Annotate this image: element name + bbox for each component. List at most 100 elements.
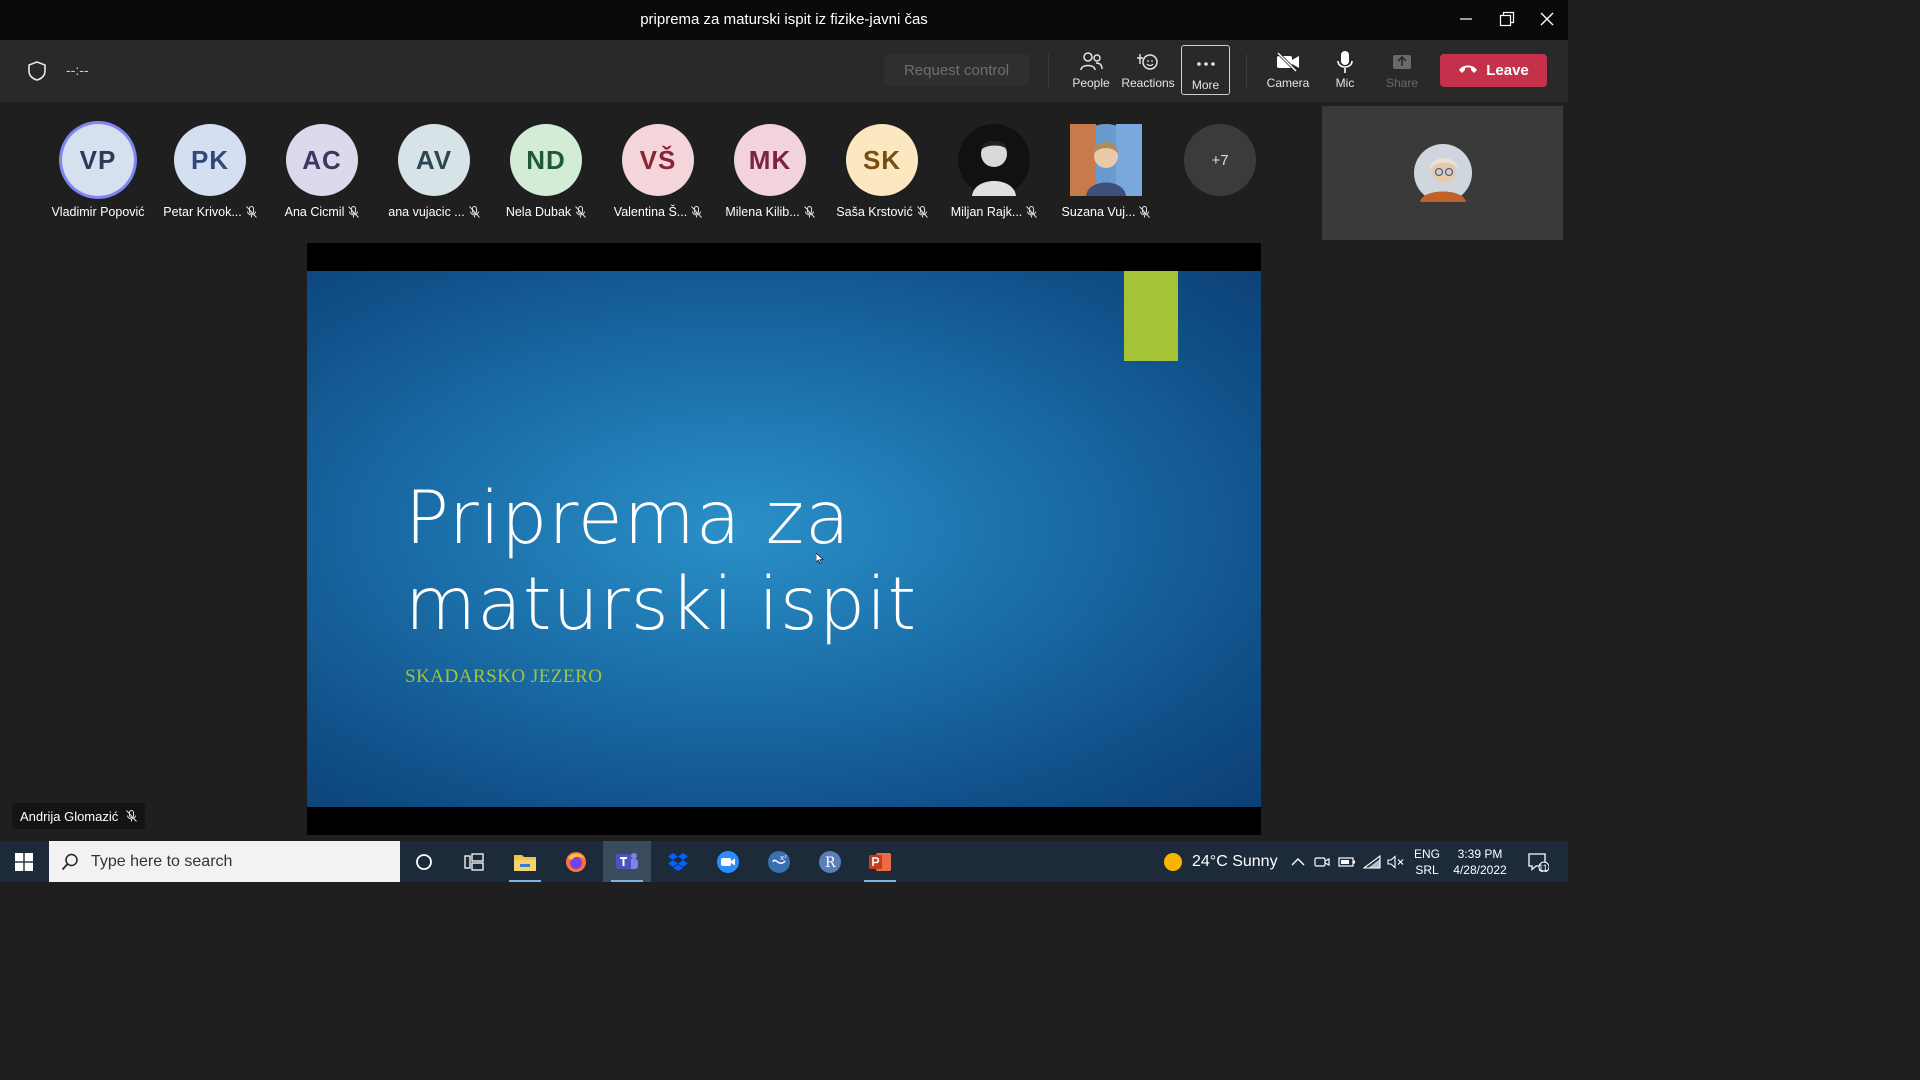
participant-tile[interactable]: PK Petar Krivok...	[154, 124, 266, 219]
taskbar-clock[interactable]: 3:39 PM 4/28/2022	[1448, 846, 1512, 878]
participant-tile[interactable]: AV ana vujacic ...	[378, 124, 490, 219]
participant-name: Saša Krstović	[826, 205, 938, 219]
more-label: More	[1191, 78, 1220, 92]
zoom-button[interactable]	[704, 841, 752, 882]
shield-icon	[26, 60, 48, 87]
share-button[interactable]: Share	[1374, 44, 1430, 96]
battery-icon	[1338, 856, 1355, 867]
request-control-button[interactable]: Request control	[884, 54, 1029, 86]
people-label: People	[1072, 76, 1110, 90]
teams-icon	[616, 852, 638, 869]
file-explorer-button[interactable]	[501, 841, 549, 882]
shared-screen: Priprema za maturski ispit SKADARSKO JEZ…	[307, 243, 1261, 835]
mic-muted-icon	[126, 810, 138, 822]
folder-icon	[514, 854, 536, 871]
wifi-tray[interactable]	[1361, 841, 1383, 882]
r-app-button[interactable]: R	[806, 841, 854, 882]
more-button[interactable]: More	[1181, 45, 1230, 95]
cortana-button[interactable]	[400, 841, 448, 882]
mic-muted-icon	[691, 206, 703, 218]
participant-name: Miljan Rajk...	[938, 205, 1050, 219]
participant-name: ana vujacic ...	[378, 205, 490, 219]
close-icon	[1540, 12, 1554, 26]
slide-subtitle: SKADARSKO JEZERO	[405, 666, 603, 687]
minimize-button[interactable]	[1451, 6, 1481, 32]
window-title: priprema za maturski ispit iz fizike-jav…	[640, 11, 928, 28]
participant-tile[interactable]: Suzana Vuj...	[1050, 124, 1162, 219]
mic-muted-icon	[348, 206, 360, 218]
participant-name: Petar Krivok...	[154, 205, 266, 219]
participant-name: Suzana Vuj...	[1050, 205, 1162, 219]
share-label: Share	[1385, 76, 1419, 90]
weather-text: 24°C Sunny	[1192, 852, 1278, 870]
taskbar-search-box[interactable]: Type here to search	[49, 841, 400, 882]
reactions-label: Reactions	[1121, 76, 1175, 90]
participant-tile[interactable]: AC Ana Cicmil	[266, 124, 378, 219]
meet-now-tray[interactable]	[1312, 841, 1332, 882]
slide-title: Priprema za maturski ispit	[405, 476, 917, 648]
task-view-icon	[464, 852, 484, 871]
weather-widget[interactable]: 24°C Sunny	[1162, 841, 1278, 882]
video-tray-icon	[1314, 856, 1330, 867]
svg-text:R: R	[825, 855, 836, 871]
slide-title-line-1: Priprema za	[405, 476, 851, 561]
language-code: ENG	[1413, 847, 1440, 861]
minimize-icon	[1460, 18, 1472, 20]
people-icon	[1078, 48, 1104, 76]
leave-button[interactable]: Leave	[1440, 54, 1547, 87]
math-app-button[interactable]: x²	[755, 841, 803, 882]
windows-taskbar: Type here to search x² R 24°C Sunny ENG …	[0, 841, 1568, 882]
leave-label: Leave	[1486, 62, 1529, 79]
avatar: ND	[510, 124, 582, 196]
mouse-cursor-icon	[815, 551, 824, 569]
participant-name: Ana Cicmil	[266, 205, 378, 219]
mic-button[interactable]: Mic	[1317, 44, 1373, 96]
search-icon	[61, 853, 78, 870]
firefox-button[interactable]	[552, 841, 600, 882]
restore-button[interactable]	[1492, 6, 1522, 32]
teams-button[interactable]	[603, 841, 651, 882]
presenter-name-chip: Andrija Glomazić	[12, 803, 146, 829]
mic-muted-icon	[245, 206, 257, 218]
task-view-button[interactable]	[450, 841, 498, 882]
start-button[interactable]	[0, 841, 48, 882]
dropbox-button[interactable]	[654, 841, 702, 882]
mic-muted-icon	[803, 206, 815, 218]
notification-center-button[interactable]: 11	[1522, 841, 1554, 882]
windows-logo-icon	[15, 852, 33, 871]
mic-muted-icon	[575, 206, 587, 218]
participant-tile[interactable]: ND Nela Dubak	[490, 124, 602, 219]
battery-tray[interactable]	[1336, 841, 1358, 882]
camera-off-icon	[1274, 48, 1302, 76]
meeting-toolbar: --:-- Request control People Reactions M…	[0, 40, 1568, 102]
reactions-button[interactable]: Reactions	[1120, 44, 1176, 96]
zoom-icon	[717, 850, 739, 873]
more-participants-button[interactable]: +7	[1184, 124, 1256, 196]
participant-name: Vladimir Popović	[51, 205, 145, 219]
clock-time: 3:39 PM	[1457, 847, 1503, 861]
participant-tile[interactable]: VŠ Valentina Š...	[602, 124, 714, 219]
people-button[interactable]: People	[1063, 44, 1119, 96]
participant-tile[interactable]: SK Saša Krstović	[826, 124, 938, 219]
avatar: MK	[734, 124, 806, 196]
slide-accent-bar	[1124, 271, 1178, 361]
participant-tile[interactable]: Miljan Rajk...	[938, 124, 1050, 219]
dropbox-icon	[668, 852, 688, 871]
mic-muted-icon	[1026, 206, 1038, 218]
input-language-indicator[interactable]: ENG SRL	[1411, 846, 1443, 878]
camera-button[interactable]: Camera	[1260, 44, 1316, 96]
avatar: AC	[286, 124, 358, 196]
participant-tile[interactable]: VP Vladimir Popović	[42, 124, 154, 219]
volume-tray[interactable]	[1385, 841, 1407, 882]
show-hidden-icons-button[interactable]	[1288, 841, 1308, 882]
participant-name: Valentina Š...	[602, 205, 714, 219]
presenter-name: Andrija Glomazić	[20, 808, 119, 824]
powerpoint-button[interactable]	[856, 841, 904, 882]
meeting-timer: --:--	[66, 62, 89, 78]
window-titlebar: priprema za maturski ispit iz fizike-jav…	[0, 0, 1568, 40]
close-button[interactable]	[1532, 6, 1562, 32]
participant-tile[interactable]: MK Milena Kilib...	[714, 124, 826, 219]
clock-date: 4/28/2022	[1453, 863, 1507, 877]
toolbar-divider	[1246, 54, 1247, 88]
participant-name: Milena Kilib...	[714, 205, 826, 219]
